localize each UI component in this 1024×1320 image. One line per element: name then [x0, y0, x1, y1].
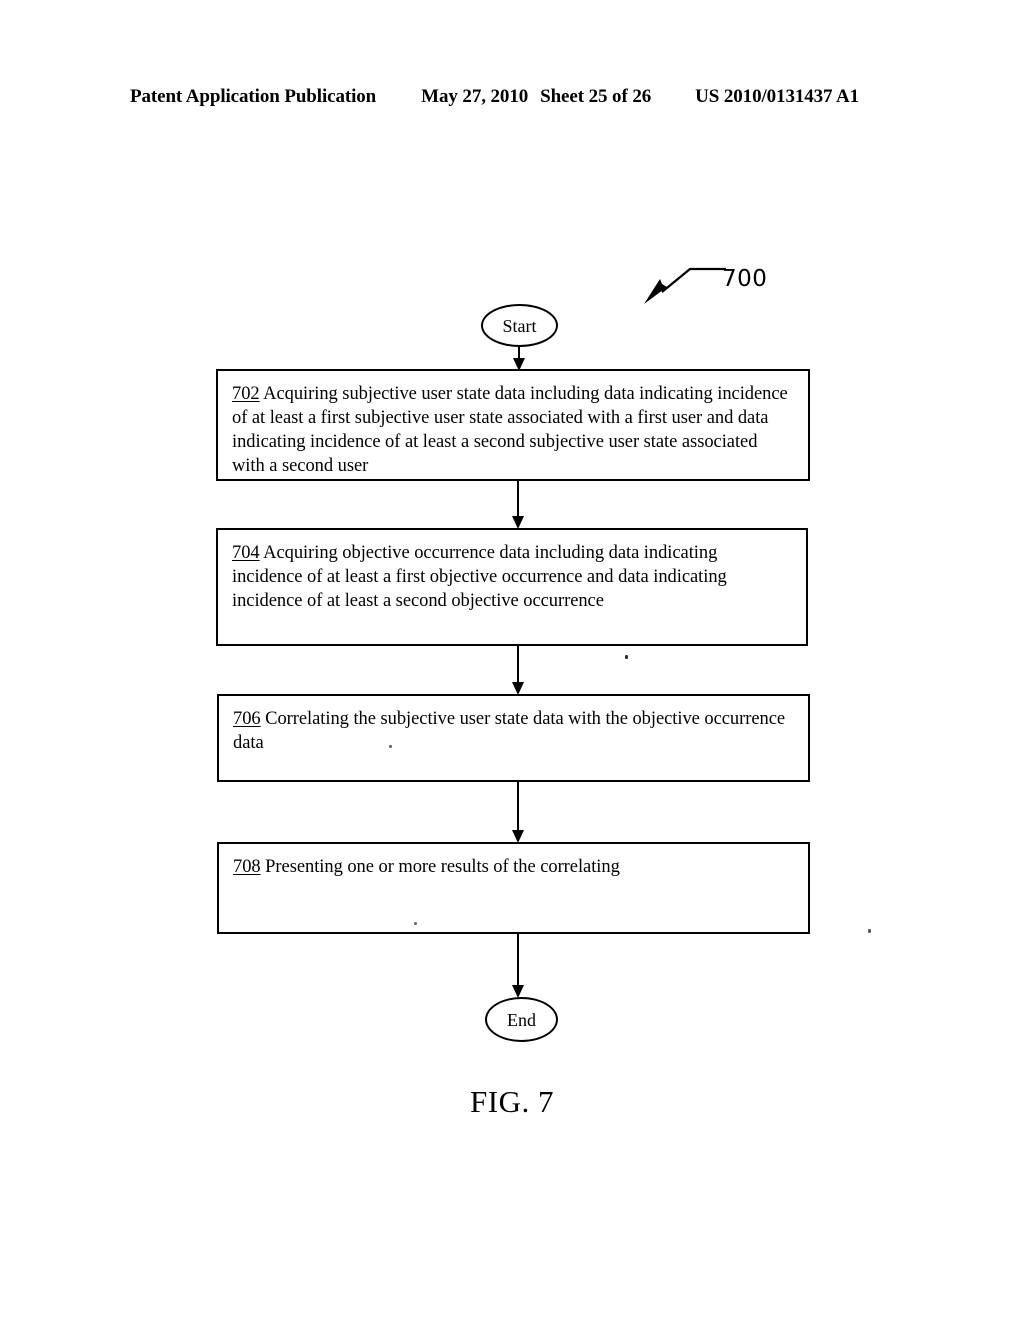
reference-numeral-700: 700 — [722, 266, 768, 292]
step-text-708: Presenting one or more results of the co… — [260, 857, 620, 877]
process-box-708-text: 708 Presenting one or more results of th… — [233, 855, 794, 879]
step-ref-708: 708 — [233, 857, 261, 877]
process-box-706-text: 706 Correlating the subjective user stat… — [233, 707, 794, 755]
flowchart-figure: 700 Start 702 Acquiring subjective user … — [0, 0, 1024, 1320]
scan-artifact-speck — [868, 929, 871, 933]
start-node-label: Start — [502, 315, 537, 336]
connector-start-to-702 — [510, 345, 528, 371]
step-ref-706: 706 — [233, 709, 261, 729]
process-box-702: 702 Acquiring subjective user state data… — [216, 369, 810, 481]
step-text-706: Correlating the subjective user state da… — [233, 709, 786, 754]
process-box-708: 708 Presenting one or more results of th… — [217, 842, 810, 934]
reference-lead-line-700 — [644, 267, 726, 304]
process-box-702-text: 702 Acquiring subjective user state data… — [232, 382, 794, 478]
connector-stem — [517, 646, 519, 683]
connector-704-to-706 — [509, 646, 527, 695]
connector-stem — [518, 345, 520, 359]
process-box-706: 706 Correlating the subjective user stat… — [217, 694, 810, 782]
connector-stem — [517, 481, 519, 517]
scan-artifact-speck — [414, 922, 417, 925]
flowchart-start-node: Start — [481, 304, 558, 347]
flowchart-end-node: End — [485, 997, 558, 1042]
connector-706-to-708 — [509, 782, 527, 843]
step-text-704: Acquiring objective occurrence data incl… — [232, 543, 727, 612]
connector-708-to-end — [509, 934, 527, 998]
step-text-702: Acquiring subjective user state data inc… — [232, 384, 788, 477]
connector-stem — [517, 782, 519, 831]
scan-artifact-speck — [625, 655, 628, 659]
connector-702-to-704 — [509, 481, 527, 529]
step-ref-702: 702 — [232, 384, 260, 404]
process-box-704-text: 704 Acquiring objective occurrence data … — [232, 541, 792, 613]
end-node-label: End — [507, 1009, 536, 1030]
connector-stem — [517, 934, 519, 986]
scan-artifact-speck — [389, 745, 392, 748]
figure-caption: FIG. 7 — [470, 1084, 554, 1119]
step-ref-704: 704 — [232, 543, 260, 563]
process-box-704: 704 Acquiring objective occurrence data … — [216, 528, 808, 646]
